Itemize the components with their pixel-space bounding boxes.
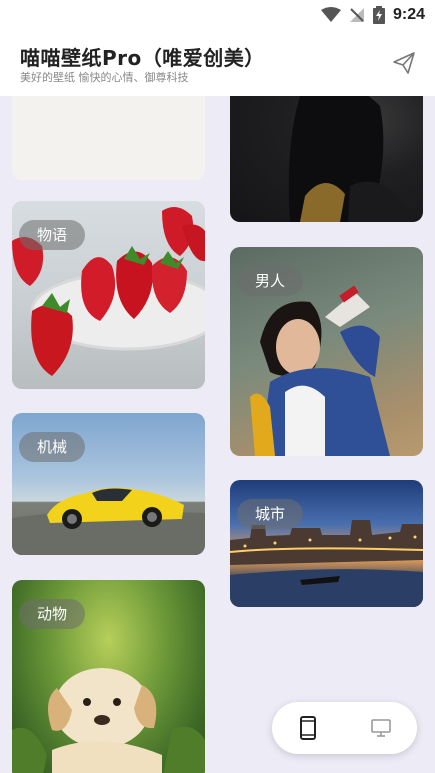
no-signal-icon [349,8,364,22]
send-button[interactable] [391,50,417,76]
send-icon [393,52,415,74]
phone-wallpaper-button[interactable] [288,708,328,748]
app-subtitle: 美好的壁纸 愉快的心情、御尊科技 [20,71,189,84]
phone-icon [300,716,317,740]
wallpaper-image [288,96,405,222]
wallpaper-card[interactable] [230,96,423,222]
category-tag: 男人 [237,266,304,296]
app-bar: 喵喵壁纸Pro（唯爱创美） 美好的壁纸 愉快的心情、御尊科技 [0,32,435,96]
app-title: 喵喵壁纸Pro（唯爱创美） [20,46,265,70]
wallpaper-card[interactable]: 城市 [230,480,423,607]
wifi-icon [320,7,341,22]
view-toggle [272,702,417,754]
wallpaper-card[interactable]: 机械 [12,413,205,555]
battery-charging-icon [372,6,385,24]
status-time: 9:24 [392,6,425,23]
category-tag: 动物 [19,599,86,629]
category-tag: 城市 [237,499,304,529]
desktop-icon [370,719,391,737]
wallpaper-card[interactable]: 物语 [12,201,205,389]
status-icons: 9:24 [320,6,425,24]
category-tag: 物语 [19,220,86,250]
desktop-wallpaper-button[interactable] [361,708,401,748]
category-tag: 机械 [19,432,86,462]
wallpaper-card[interactable]: 动物 [12,580,205,773]
wallpaper-card[interactable] [12,96,205,180]
wallpaper-card[interactable]: 男人 [230,247,423,456]
status-bar: 9:24 [0,0,435,32]
wallpaper-feed[interactable]: 物语 男人 机械 城市 动物 [0,96,435,773]
